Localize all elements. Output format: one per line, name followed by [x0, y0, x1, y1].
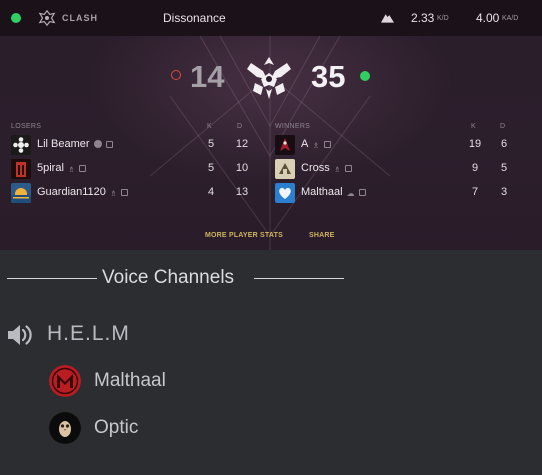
player-name: A [301, 138, 309, 150]
clash-emblem-icon [247, 57, 291, 99]
voice-channels-panel: Voice Channels H.E.L.M Malthaal Optic [0, 250, 542, 475]
sunset-emblem-icon [11, 183, 31, 203]
player-deaths: 12 [235, 138, 249, 150]
losers-deaths-header: D [237, 123, 243, 130]
player-kills: 4 [207, 186, 215, 198]
share-link[interactable]: SHARE [309, 232, 335, 239]
player-name: Cross [301, 162, 330, 174]
red-m-logo-avatar-icon [49, 365, 81, 397]
player-deaths: 10 [235, 162, 249, 174]
losing-team-score: 14 [190, 59, 225, 94]
winners-header: WINNERS [275, 123, 311, 130]
player-name: Guardian1120 [37, 186, 106, 198]
player-name: Lil Beamer [37, 138, 90, 150]
member-name: Malthaal [94, 370, 166, 391]
winner-row[interactable]: Malthaal ☁ 7 3 [275, 183, 520, 203]
player-kills: 7 [471, 186, 479, 198]
losers-header: LOSERS [11, 123, 42, 130]
voice-member[interactable]: Malthaal [49, 365, 249, 397]
losers-kills-header: K [207, 123, 212, 130]
winners-kills-header: K [471, 123, 476, 130]
red-tower-emblem-icon [11, 159, 31, 179]
kd-unit-label: K/D [437, 15, 449, 22]
player-kills: 5 [207, 138, 215, 150]
match-summary-panel: CLASH Dissonance 2.33 K/D 4.00 KA/D 14 3… [0, 0, 542, 250]
owl-avatar-icon [49, 412, 81, 444]
link-icon[interactable] [105, 141, 113, 148]
divider-line [7, 278, 97, 279]
player-kills: 9 [471, 162, 479, 174]
player-name: 5piral [37, 162, 64, 174]
kd-value: 2.33 [411, 11, 435, 25]
player-deaths: 13 [235, 186, 249, 198]
white-flower-emblem-icon [11, 135, 31, 155]
loser-row[interactable]: Guardian1120 ♗ 4 13 [11, 183, 256, 203]
match-header-bar: CLASH Dissonance 2.33 K/D 4.00 KA/D [0, 0, 542, 36]
rank-icon: ♗ [67, 165, 76, 174]
winning-team-dot-icon [360, 71, 370, 81]
link-icon[interactable] [79, 165, 87, 172]
link-icon[interactable] [323, 141, 331, 148]
kda-unit-label: KA/D [502, 15, 519, 22]
link-icon[interactable] [344, 165, 352, 172]
link-icon[interactable] [121, 189, 129, 196]
player-deaths: 6 [500, 138, 508, 150]
more-player-stats-link[interactable]: MORE PLAYER STATS [205, 232, 283, 239]
platform-icon [93, 140, 102, 148]
player-deaths: 5 [500, 162, 508, 174]
player-kills: 5 [207, 162, 215, 174]
clash-mode-icon [38, 9, 56, 27]
winner-row[interactable]: A ♗ 19 6 [275, 135, 520, 155]
winning-team-score: 35 [311, 59, 346, 94]
mountain-icon [381, 14, 394, 23]
dark-red-emblem-icon [275, 135, 295, 155]
losing-team-ring-icon [171, 70, 181, 80]
loser-row[interactable]: 5piral ♗ 5 10 [11, 159, 256, 179]
blue-heart-emblem-icon [275, 183, 295, 203]
voice-channels-title: Voice Channels [102, 267, 235, 288]
rank-icon: ♗ [109, 189, 118, 198]
player-deaths: 3 [500, 186, 508, 198]
winner-row[interactable]: Cross ♗ 9 5 [275, 159, 520, 179]
rank-icon: ♗ [312, 141, 320, 150]
map-name: Dissonance [163, 11, 226, 25]
cloud-icon: ☁ [346, 189, 355, 198]
game-mode-label: CLASH [62, 13, 98, 23]
divider-line [254, 278, 344, 279]
beige-emblem-icon [275, 159, 295, 179]
winners-deaths-header: D [500, 123, 506, 130]
member-name: Optic [94, 417, 139, 438]
link-icon[interactable] [358, 189, 366, 196]
player-name: Malthaal [301, 186, 343, 198]
online-status-dot [11, 13, 21, 23]
voice-member[interactable]: Optic [49, 412, 249, 444]
voice-channel-name[interactable]: H.E.L.M [47, 322, 130, 346]
player-kills: 19 [468, 138, 482, 150]
speaker-icon [8, 325, 32, 345]
kda-value: 4.00 [476, 11, 500, 25]
rank-icon: ♗ [333, 165, 341, 174]
loser-row[interactable]: Lil Beamer 5 12 [11, 135, 256, 155]
